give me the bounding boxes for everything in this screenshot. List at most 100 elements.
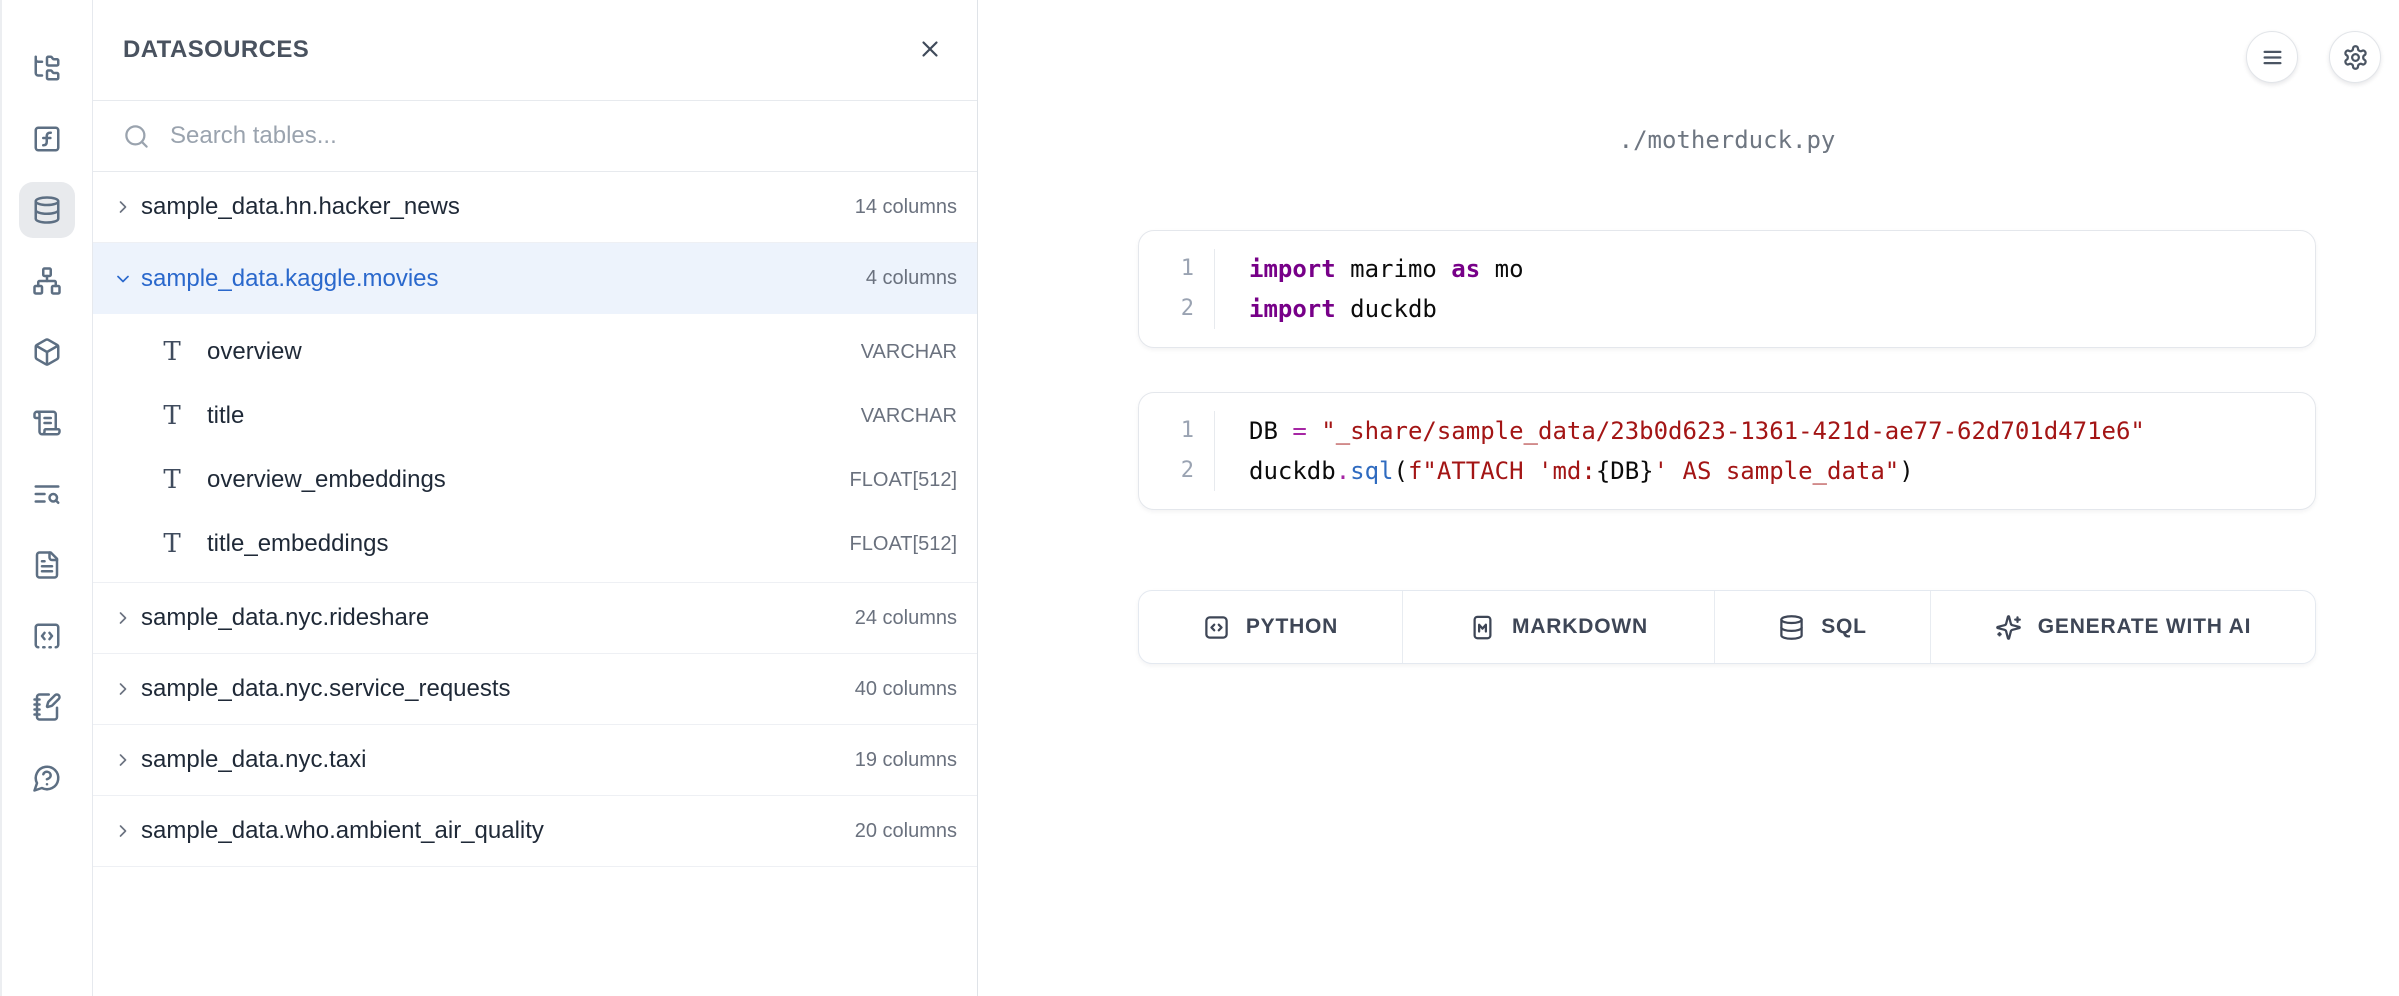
table-row[interactable]: sample_data.nyc.rideshare 24 columns xyxy=(93,583,977,654)
code-editor[interactable]: import marimo as moimport duckdb xyxy=(1215,249,1554,329)
package-box-icon xyxy=(32,337,62,367)
add-cell-button-label: GENERATE WITH AI xyxy=(2038,615,2251,639)
code-token: as xyxy=(1451,255,1480,283)
menu-icon xyxy=(2259,44,2286,71)
table-name: sample_data.hn.hacker_news xyxy=(141,193,460,221)
code-snippets-icon xyxy=(32,621,62,651)
folder-tree-icon xyxy=(32,53,62,83)
close-panel-button[interactable] xyxy=(913,33,947,67)
column-name: title xyxy=(207,402,244,430)
table-row[interactable]: sample_data.who.ambient_air_quality20 co… xyxy=(93,796,977,867)
sidebar-item-dependencies[interactable] xyxy=(19,253,75,309)
add-cell-button-label: SQL xyxy=(1821,615,1867,639)
code-token: ) xyxy=(1899,457,1913,485)
code-token: f"ATTACH 'md: xyxy=(1408,457,1596,485)
code-token: sql xyxy=(1350,457,1393,485)
add-cell-button-generate-with-ai[interactable]: GENERATE WITH AI xyxy=(1930,591,2315,663)
table-columns-count: 24 columns xyxy=(855,607,957,630)
notebook-filename: ./motherduck.py xyxy=(1138,126,2316,154)
column-row[interactable]: Toverview_embeddingsFLOAT[512] xyxy=(93,448,977,512)
chevron-down-icon xyxy=(113,269,133,289)
add-cell-button-python[interactable]: PYTHON xyxy=(1139,591,1402,663)
table-row[interactable]: sample_data.nyc.service_requests40 colum… xyxy=(93,654,977,725)
search-tables-input[interactable] xyxy=(170,122,947,150)
column-row[interactable]: ToverviewVARCHAR xyxy=(93,320,977,384)
type-text-icon: T xyxy=(161,401,183,431)
notebook-toolbar xyxy=(2246,31,2381,83)
add-cell-button-sql[interactable]: SQL xyxy=(1714,591,1930,663)
table-columns-count: 4 columns xyxy=(866,267,957,290)
column-row[interactable]: Ttitle_embeddingsFLOAT[512] xyxy=(93,512,977,576)
table-name: sample_data.nyc.rideshare xyxy=(141,604,429,632)
search-icon xyxy=(123,123,150,150)
column-row[interactable]: Ttitle VARCHAR xyxy=(93,384,977,448)
code-token: import xyxy=(1249,255,1336,283)
line-number: 1 xyxy=(1181,249,1194,289)
text-search-icon xyxy=(32,479,62,509)
notebook-menu-button[interactable] xyxy=(2246,31,2298,83)
notebook-pen-icon xyxy=(32,692,62,722)
chevron-right-icon xyxy=(113,821,133,841)
add-cell-bar: PYTHON MARKDOWN SQL GENERATE WITH AI xyxy=(1138,590,2316,664)
sidebar-item-variables[interactable] xyxy=(19,111,75,167)
code-square-icon xyxy=(1203,614,1230,641)
table-columns-group: ToverviewVARCHARTtitleVARCHARToverview_e… xyxy=(93,314,977,583)
add-cell-button-label: MARKDOWN xyxy=(1512,615,1648,639)
code-token: mo xyxy=(1480,255,1523,283)
code-line: import marimo as mo xyxy=(1249,249,1524,289)
table-row[interactable]: sample_data.hn.hacker_news 14 columns xyxy=(93,172,977,243)
type-text-icon: T xyxy=(161,465,183,495)
sidebar-item-scratchpad[interactable] xyxy=(19,679,75,735)
sidebar-item-logs[interactable] xyxy=(19,395,75,451)
chevron-right-icon xyxy=(113,608,133,628)
column-name: overview_embeddings xyxy=(207,466,446,494)
code-token: ' AS sample_data" xyxy=(1654,457,1900,485)
code-line: DB = "_share/sample_data/23b0d623-1361-4… xyxy=(1249,411,2145,451)
code-token: ( xyxy=(1394,457,1408,485)
column-name: overview xyxy=(207,338,302,366)
code-token: = xyxy=(1292,417,1306,445)
search-tables-row xyxy=(93,101,977,172)
scroll-icon xyxy=(32,408,62,438)
sidebar-item-table-search[interactable] xyxy=(19,466,75,522)
sidebar-item-file-explorer[interactable] xyxy=(19,40,75,96)
function-square-icon xyxy=(32,124,62,154)
code-token: duckdb xyxy=(1249,457,1336,485)
datasources-panel: DATASOURCES sample_data.hn.hacker_news 14… xyxy=(92,0,978,996)
code-cell[interactable]: 12import marimo as moimport duckdb xyxy=(1138,230,2316,348)
table-name: sample_data.kaggle.movies xyxy=(141,265,439,293)
code-cell[interactable]: 12 DB = "_share/sample_data/23b0d623-1361… xyxy=(1138,392,2316,510)
add-cell-button-markdown[interactable]: MARKDOWN xyxy=(1402,591,1714,663)
column-name: title_embeddings xyxy=(207,530,388,558)
sidebar-item-snippets[interactable] xyxy=(19,608,75,664)
table-name: sample_data.nyc.service_requests xyxy=(141,675,511,703)
sidebar-item-datasources[interactable] xyxy=(19,182,75,238)
table-columns-count: 14 columns xyxy=(855,196,957,219)
sidebar-item-documentation[interactable] xyxy=(19,537,75,593)
column-type: VARCHAR xyxy=(861,405,957,428)
code-token: . xyxy=(1336,457,1350,485)
panel-title: DATASOURCES xyxy=(123,36,309,64)
line-number: 2 xyxy=(1181,289,1194,329)
type-text-icon: T xyxy=(161,337,183,367)
table-row[interactable]: sample_data.nyc.taxi19 columns xyxy=(93,725,977,796)
sparkles-icon xyxy=(1995,614,2022,641)
code-editor[interactable]: DB = "_share/sample_data/23b0d623-1361-4… xyxy=(1215,411,2175,491)
cells-container: 12 import marimo as moimport duckdb 12 DB =… xyxy=(1138,230,2316,510)
database-icon xyxy=(32,195,62,225)
help-bubble-icon xyxy=(32,763,62,793)
table-row[interactable]: sample_data.kaggle.movies 4 columns xyxy=(93,243,977,314)
chevron-right-icon xyxy=(113,197,133,217)
sidebar-item-help[interactable] xyxy=(19,750,75,806)
add-cell-button-label: PYTHON xyxy=(1246,615,1338,639)
notebook-content: ./motherduck.py 12 import marimo as moimp… xyxy=(1138,0,2316,664)
table-name: sample_data.who.ambient_air_quality xyxy=(141,817,544,845)
settings-button[interactable] xyxy=(2329,31,2381,83)
chevron-right-icon xyxy=(113,679,133,699)
sidebar-item-packages[interactable] xyxy=(19,324,75,380)
code-token: "_share/sample_data/23b0d623-1361-421d-a… xyxy=(1321,417,2145,445)
chevron-right-icon xyxy=(113,750,133,770)
activity-sidebar xyxy=(0,0,92,996)
line-numbers: 12 xyxy=(1139,411,1215,491)
dependency-graph-icon xyxy=(32,266,62,296)
